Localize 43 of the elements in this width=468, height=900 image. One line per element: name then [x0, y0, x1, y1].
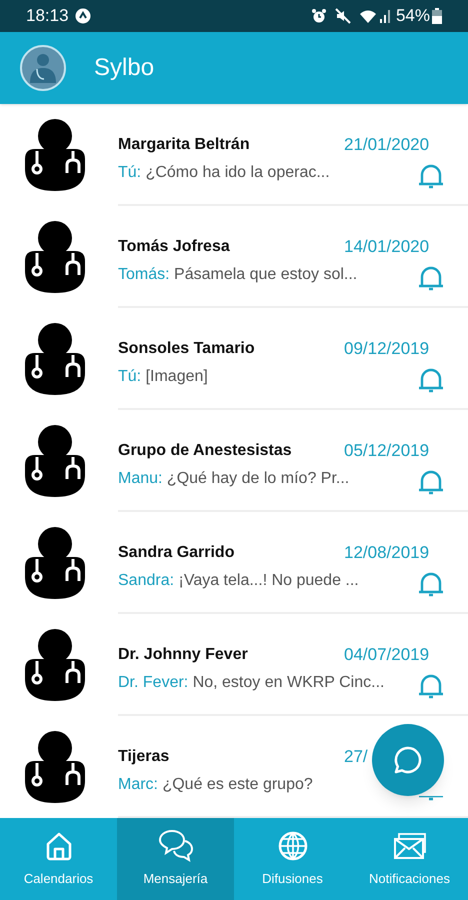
message-date: 05/12/2019 — [344, 441, 430, 460]
message-date: 14/01/2020 — [344, 237, 430, 256]
battery-percentage: 54% — [396, 5, 430, 28]
message-preview: Dr. Fever: No, estoy en WKRP Cinc... — [118, 673, 384, 693]
contact-name: Margarita Beltrán — [118, 135, 250, 155]
message-date: 21/01/2020 — [344, 135, 430, 154]
app-title: Sylbo — [94, 53, 154, 83]
message-date: 09/12/2019 — [344, 339, 430, 358]
contact-name: Sonsoles Tamario — [118, 339, 255, 359]
nav-tab[interactable]: Mensajería — [117, 818, 234, 900]
contact-name: Tomás Jofresa — [118, 237, 230, 257]
doctor-avatar-icon — [23, 219, 87, 295]
contact-name: Dr. Johnny Fever — [118, 645, 248, 665]
contact-name: Tijeras — [118, 747, 170, 767]
wifi-icon — [358, 8, 377, 24]
message-date: 27/ — [344, 747, 368, 766]
clock-time: 18:13 — [26, 5, 69, 28]
message-date: 12/08/2019 — [344, 543, 430, 562]
signal-icon — [380, 8, 392, 24]
contact-name: Sandra Garrido — [118, 543, 234, 563]
envelope-icon — [392, 832, 426, 860]
doctor-avatar-icon — [23, 117, 87, 193]
message-preview: Sandra: ¡Vaya tela...! No puede ... — [118, 571, 359, 591]
chat-bubbles-icon — [158, 829, 194, 864]
chat-bubble-icon — [393, 745, 423, 775]
alarm-icon — [310, 8, 327, 24]
mute-icon — [334, 8, 351, 24]
doctor-avatar-icon — [23, 729, 87, 805]
contact-name: Grupo de Anestesistas — [118, 441, 292, 461]
battery-icon — [432, 8, 442, 24]
message-preview: Tú: [Imagen] — [118, 367, 208, 387]
doctor-avatar-icon — [23, 423, 87, 499]
message-preview: Manu: ¿Qué hay de lo mío? Pr... — [118, 469, 350, 489]
message-preview: Tomás: Pásamela que estoy sol... — [118, 265, 358, 285]
message-preview: Tú: ¿Cómo ha ido la operac... — [118, 163, 330, 183]
doctor-avatar-icon — [23, 627, 87, 703]
doctor-avatar-icon — [23, 321, 87, 397]
app-notification-icon — [74, 8, 91, 24]
message-preview: Marc: ¿Qué es este grupo? — [118, 775, 313, 795]
globe-icon — [278, 831, 308, 862]
message-date: 04/07/2019 — [344, 645, 430, 664]
doctor-avatar-icon — [23, 525, 87, 601]
doctor-avatar-icon[interactable] — [20, 45, 66, 91]
